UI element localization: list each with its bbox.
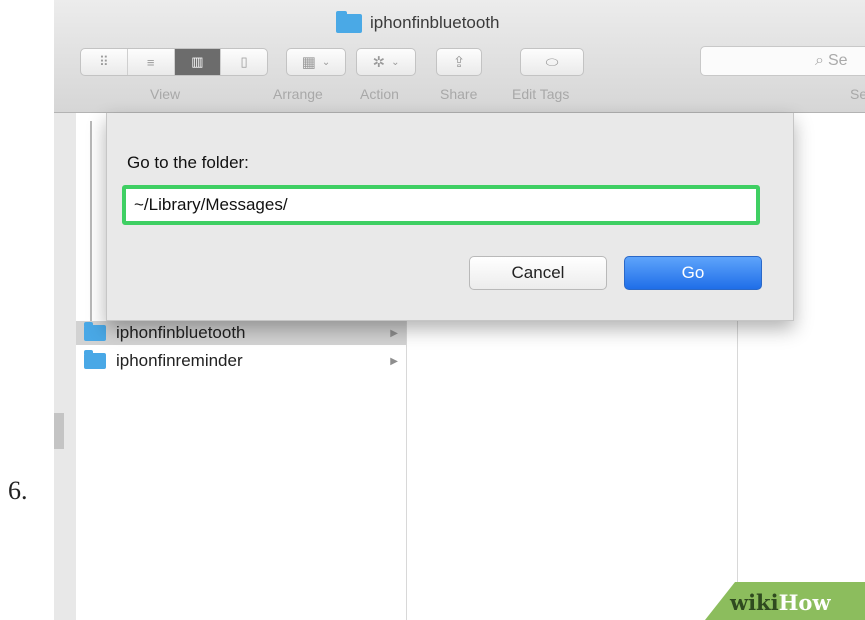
cancel-button[interactable]: Cancel	[469, 256, 607, 290]
dialog-label: Go to the folder:	[127, 153, 249, 172]
share-icon: ⇪	[452, 54, 466, 71]
toolbar: iphonfinbluetooth ⠿ ≡ ▥ ▯ View ▦ ⌄ Arrang…	[54, 0, 865, 113]
action-label: Action	[360, 86, 399, 102]
wikihow-watermark: wikiHow	[730, 590, 831, 615]
disclosure-arrow-icon: ▶	[390, 327, 398, 339]
edit-tags-label: Edit Tags	[512, 86, 570, 102]
window-title-text: iphonfinbluetooth	[370, 13, 500, 32]
list-view-icon[interactable]: ≡	[128, 49, 175, 75]
folder-path-input[interactable]	[122, 185, 760, 225]
step-number: 6.	[8, 476, 28, 505]
file-row[interactable]: iphonfinreminder ▶	[76, 349, 406, 373]
go-button[interactable]: Go	[624, 256, 762, 290]
chevron-down-icon: ⌄	[321, 56, 331, 68]
arrange-button[interactable]: ▦ ⌄	[286, 48, 346, 76]
file-name: iphonfinbluetooth	[116, 323, 246, 342]
folder-icon	[84, 322, 106, 341]
file-row[interactable]: iphonfinbluetooth ▶	[76, 321, 406, 345]
chevron-down-icon: ⌄	[391, 56, 400, 68]
finder-window: iphonfinbluetooth ⠿ ≡ ▥ ▯ View ▦ ⌄ Arrang…	[54, 0, 865, 620]
go-to-folder-dialog: Go to the folder: Cancel Go	[106, 113, 794, 321]
action-button[interactable]: ✲ ⌄	[356, 48, 416, 76]
folder-icon	[84, 350, 106, 369]
sidebar[interactable]	[54, 113, 76, 620]
tag-icon: ⬭	[545, 53, 559, 71]
watermark-part1: wiki	[730, 590, 779, 615]
file-list-edge	[90, 121, 98, 326]
share-label: Share	[440, 86, 478, 102]
search-icon: ⌕	[815, 52, 824, 69]
folder-icon	[336, 10, 362, 33]
window-title: iphonfinbluetooth	[336, 10, 500, 34]
view-label: View	[150, 86, 181, 102]
share-button[interactable]: ⇪	[436, 48, 482, 76]
search-field[interactable]: ⌕ Se	[700, 46, 865, 76]
view-mode-segmented-control[interactable]: ⠿ ≡ ▥ ▯	[80, 48, 268, 76]
search-label: Se	[850, 86, 865, 102]
edit-tags-button[interactable]: ⬭	[520, 48, 584, 76]
grid-icon: ▦	[301, 54, 316, 71]
icon-view-icon[interactable]: ⠿	[81, 49, 128, 75]
sidebar-selection	[54, 413, 64, 449]
watermark-part2: How	[778, 590, 831, 615]
cover-flow-icon[interactable]: ▯	[221, 49, 267, 75]
search-placeholder: Se	[827, 52, 848, 69]
column-view-icon[interactable]: ▥	[174, 49, 222, 75]
disclosure-arrow-icon: ▶	[390, 355, 398, 367]
file-name: iphonfinreminder	[116, 351, 243, 370]
arrange-label: Arrange	[273, 86, 323, 102]
gear-icon: ✲	[372, 54, 386, 71]
